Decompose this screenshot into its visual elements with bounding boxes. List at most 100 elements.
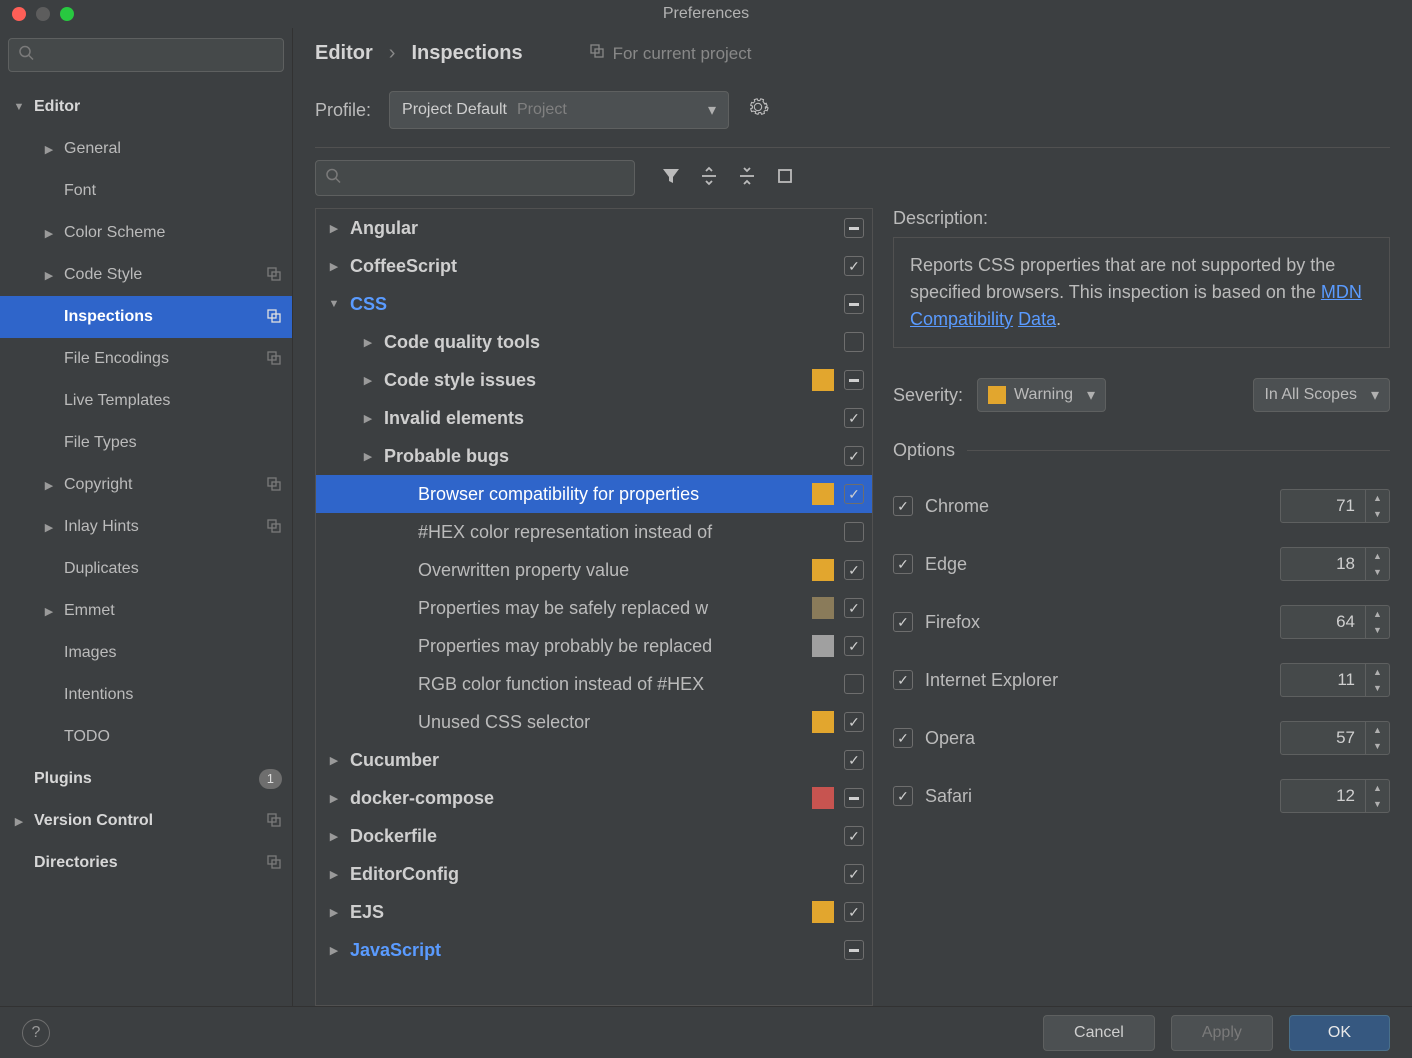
filter-icon[interactable] <box>661 166 681 191</box>
inspection-checkbox[interactable] <box>844 256 864 276</box>
inspection-checkbox[interactable] <box>844 484 864 504</box>
inspection-row[interactable]: ▶Cucumber <box>316 741 872 779</box>
step-down-icon[interactable]: ▼ <box>1366 564 1389 580</box>
inspection-row[interactable]: RGB color function instead of #HEX <box>316 665 872 703</box>
option-checkbox[interactable] <box>893 496 913 516</box>
sidebar-item-images[interactable]: Images <box>0 632 292 674</box>
inspection-row[interactable]: Properties may be safely replaced w <box>316 589 872 627</box>
inspection-checkbox[interactable] <box>844 636 864 656</box>
version-input[interactable] <box>1281 554 1365 574</box>
version-input[interactable] <box>1281 496 1365 516</box>
sidebar-item-live-templates[interactable]: Live Templates <box>0 380 292 422</box>
sidebar-item-font[interactable]: Font <box>0 170 292 212</box>
inspection-checkbox[interactable] <box>844 826 864 846</box>
profile-dropdown[interactable]: Project Default Project ▾ <box>389 91 729 129</box>
inspection-checkbox[interactable] <box>844 332 864 352</box>
inspection-checkbox[interactable] <box>844 522 864 542</box>
apply-button[interactable]: Apply <box>1171 1015 1273 1051</box>
inspection-row[interactable]: ▶Invalid elements <box>316 399 872 437</box>
inspection-row[interactable]: ▶Probable bugs <box>316 437 872 475</box>
option-checkbox[interactable] <box>893 786 913 806</box>
cancel-button[interactable]: Cancel <box>1043 1015 1155 1051</box>
step-up-icon[interactable]: ▲ <box>1366 490 1389 506</box>
sidebar-item-duplicates[interactable]: Duplicates <box>0 548 292 590</box>
sidebar-search-input[interactable] <box>8 38 284 72</box>
version-input[interactable] <box>1281 728 1365 748</box>
sidebar-item-emmet[interactable]: ▶Emmet <box>0 590 292 632</box>
step-up-icon[interactable]: ▲ <box>1366 780 1389 796</box>
inspection-checkbox[interactable] <box>844 446 864 466</box>
inspection-row[interactable]: ▶EJS <box>316 893 872 931</box>
version-spinner[interactable]: ▲▼ <box>1280 489 1390 523</box>
inspection-row[interactable]: ▶EditorConfig <box>316 855 872 893</box>
step-down-icon[interactable]: ▼ <box>1366 622 1389 638</box>
step-up-icon[interactable]: ▲ <box>1366 606 1389 622</box>
version-spinner[interactable]: ▲▼ <box>1280 779 1390 813</box>
inspection-row[interactable]: Browser compatibility for properties <box>316 475 872 513</box>
inspection-checkbox[interactable] <box>844 902 864 922</box>
sidebar-item-version-control[interactable]: ▶Version Control <box>0 800 292 842</box>
inspection-checkbox[interactable] <box>844 864 864 884</box>
inspection-checkbox[interactable] <box>844 940 864 960</box>
sidebar-item-plugins[interactable]: Plugins1 <box>0 758 292 800</box>
data-link[interactable]: Data <box>1018 309 1056 329</box>
inspection-row[interactable]: ▶CoffeeScript <box>316 247 872 285</box>
version-spinner[interactable]: ▲▼ <box>1280 547 1390 581</box>
sidebar-item-directories[interactable]: Directories <box>0 842 292 884</box>
option-checkbox[interactable] <box>893 728 913 748</box>
version-input[interactable] <box>1281 612 1365 632</box>
option-checkbox[interactable] <box>893 670 913 690</box>
inspection-row[interactable]: #HEX color representation instead of <box>316 513 872 551</box>
sidebar-item-editor[interactable]: ▼Editor <box>0 86 292 128</box>
close-window-icon[interactable] <box>12 7 26 21</box>
version-spinner[interactable]: ▲▼ <box>1280 721 1390 755</box>
inspection-row[interactable]: ▶Code style issues <box>316 361 872 399</box>
inspection-checkbox[interactable] <box>844 218 864 238</box>
sidebar-item-inspections[interactable]: Inspections <box>0 296 292 338</box>
inspection-tree[interactable]: ▶Angular▶CoffeeScript▼CSS▶Code quality t… <box>315 208 873 1006</box>
inspection-row[interactable]: ▼CSS <box>316 285 872 323</box>
version-spinner[interactable]: ▲▼ <box>1280 605 1390 639</box>
inspection-checkbox[interactable] <box>844 712 864 732</box>
step-down-icon[interactable]: ▼ <box>1366 680 1389 696</box>
collapse-all-icon[interactable] <box>737 166 757 191</box>
sidebar-item-copyright[interactable]: ▶Copyright <box>0 464 292 506</box>
inspection-row[interactable]: Overwritten property value <box>316 551 872 589</box>
inspection-checkbox[interactable] <box>844 294 864 314</box>
inspection-checkbox[interactable] <box>844 408 864 428</box>
version-spinner[interactable]: ▲▼ <box>1280 663 1390 697</box>
inspection-row[interactable]: Properties may probably be replaced <box>316 627 872 665</box>
reset-icon[interactable] <box>775 166 795 191</box>
expand-all-icon[interactable] <box>699 166 719 191</box>
step-up-icon[interactable]: ▲ <box>1366 664 1389 680</box>
inspection-checkbox[interactable] <box>844 598 864 618</box>
step-down-icon[interactable]: ▼ <box>1366 796 1389 812</box>
severity-dropdown[interactable]: Warning ▾ <box>977 378 1106 412</box>
ok-button[interactable]: OK <box>1289 1015 1390 1051</box>
step-up-icon[interactable]: ▲ <box>1366 548 1389 564</box>
step-down-icon[interactable]: ▼ <box>1366 738 1389 754</box>
minimize-window-icon[interactable] <box>36 7 50 21</box>
maximize-window-icon[interactable] <box>60 7 74 21</box>
inspection-row[interactable]: ▶docker-compose <box>316 779 872 817</box>
scope-dropdown[interactable]: In All Scopes ▾ <box>1253 378 1390 412</box>
inspection-row[interactable]: Unused CSS selector <box>316 703 872 741</box>
sidebar-item-code-style[interactable]: ▶Code Style <box>0 254 292 296</box>
sidebar-item-inlay-hints[interactable]: ▶Inlay Hints <box>0 506 292 548</box>
inspection-checkbox[interactable] <box>844 674 864 694</box>
inspection-checkbox[interactable] <box>844 370 864 390</box>
step-up-icon[interactable]: ▲ <box>1366 722 1389 738</box>
option-checkbox[interactable] <box>893 612 913 632</box>
inspection-row[interactable]: ▶Dockerfile <box>316 817 872 855</box>
sidebar-item-file-types[interactable]: File Types <box>0 422 292 464</box>
sidebar-item-file-encodings[interactable]: File Encodings <box>0 338 292 380</box>
version-input[interactable] <box>1281 786 1365 806</box>
inspection-row[interactable]: ▶Code quality tools <box>316 323 872 361</box>
inspection-row[interactable]: ▶JavaScript <box>316 931 872 969</box>
help-button[interactable]: ? <box>22 1019 50 1047</box>
sidebar-item-intentions[interactable]: Intentions <box>0 674 292 716</box>
inspection-checkbox[interactable] <box>844 788 864 808</box>
sidebar-item-general[interactable]: ▶General <box>0 128 292 170</box>
inspection-checkbox[interactable] <box>844 750 864 770</box>
sidebar-item-todo[interactable]: TODO <box>0 716 292 758</box>
